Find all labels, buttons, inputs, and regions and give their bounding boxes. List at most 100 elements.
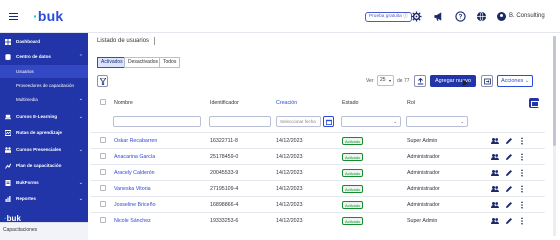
brand-logo[interactable]: ·buk [33, 8, 63, 24]
megaphone-icon[interactable] [433, 11, 444, 22]
filter-activated-button[interactable]: Activados [97, 57, 127, 68]
status-badge: Activado [342, 217, 364, 225]
status-filter-select[interactable]: ⌄ [341, 116, 401, 127]
pencil-icon[interactable] [505, 185, 513, 193]
user-name-link[interactable]: Aracely Calderón [114, 170, 155, 176]
sidebar-subitem-label: Usuarios [16, 69, 34, 74]
actions-dropdown[interactable]: Acciones ⌄ [497, 75, 533, 87]
dashboard-icon [5, 39, 11, 45]
sidebar-item-training-plan[interactable]: Plan de capacitación [0, 159, 88, 173]
product-label: Capacitaciones [3, 227, 38, 233]
select-all-checkbox[interactable] [100, 99, 106, 105]
more-vertical-icon[interactable] [518, 137, 526, 145]
filter-deactivated-button[interactable]: Desactivados [124, 57, 163, 68]
table-row: Aracely Calderón 20045533-9 14/12/2023 A… [90, 164, 545, 180]
sidebar-item-label: Plan de capacitación [16, 163, 62, 168]
id-filter-input[interactable] [209, 116, 271, 127]
pencil-icon[interactable] [505, 217, 513, 225]
users-group-icon[interactable] [491, 201, 499, 209]
users-group-icon[interactable] [491, 153, 499, 161]
more-vertical-icon[interactable] [518, 185, 526, 193]
page-scrollbar[interactable] [553, 36, 556, 236]
user-role: Administrador [407, 170, 440, 176]
export-button[interactable] [481, 75, 493, 87]
more-vertical-icon[interactable] [518, 201, 526, 209]
calendar-button[interactable] [323, 116, 334, 127]
database-icon [5, 54, 11, 60]
product-switcher[interactable]: Capacitaciones [0, 222, 88, 240]
name-filter-input[interactable] [113, 116, 201, 127]
sidebar-item-elearning[interactable]: Cursos E-Learning ⌄ [0, 110, 88, 124]
column-id-header[interactable]: Identificador [210, 100, 239, 106]
row-checkbox[interactable] [100, 153, 106, 159]
chevron-down-icon: ⌄ [393, 119, 397, 124]
add-new-button[interactable]: Agregar nuevo [430, 75, 476, 87]
row-checkbox[interactable] [100, 217, 106, 223]
pencil-icon[interactable] [505, 153, 513, 161]
user-name-link[interactable]: Josseline Briceño [114, 202, 156, 208]
sidebar-item-multimedia[interactable]: Multimedia ⌄ [0, 93, 88, 106]
avatar[interactable] [497, 12, 506, 21]
table-row: Josseline Briceño 16898866-4 14/12/2023 … [90, 196, 545, 212]
column-role-header[interactable]: Rol [407, 100, 415, 106]
columns-toggle-button[interactable] [529, 98, 539, 108]
user-role: Administrador [407, 202, 440, 208]
sidebar-item-training-providers[interactable]: Proveedores de capacitación [0, 79, 88, 92]
users-group-icon[interactable] [491, 217, 499, 225]
column-name-header[interactable]: Nombre [114, 100, 133, 106]
sidebar-item-users[interactable]: Usuarios [0, 65, 88, 78]
upload-button[interactable] [414, 75, 426, 87]
menu-icon[interactable] [9, 13, 18, 20]
row-checkbox[interactable] [100, 185, 106, 191]
help-icon[interactable]: ? [455, 11, 466, 22]
company-name[interactable]: B. Consulting [509, 13, 545, 19]
row-checkbox[interactable] [100, 169, 106, 175]
user-role: Super Admin [407, 138, 438, 144]
role-filter-select[interactable]: ⌄ [406, 116, 468, 127]
sidebar-item-reports[interactable]: Reportes ⌄ [0, 192, 88, 206]
column-status-header[interactable]: Estado [342, 100, 359, 106]
row-checkbox[interactable] [100, 201, 106, 207]
users-group-icon[interactable] [491, 185, 499, 193]
scrollbar-thumb[interactable] [553, 36, 556, 146]
trial-badge[interactable]: Prueba gratuita ⓘ [365, 12, 412, 22]
users-group-icon[interactable] [491, 137, 499, 145]
user-role: Super Admin [407, 218, 438, 224]
more-vertical-icon[interactable] [518, 169, 526, 177]
sidebar-item-dashboard[interactable]: Dashboard [0, 35, 88, 49]
sidebar-item-bukforms[interactable]: BukForms ⌄ [0, 176, 88, 190]
chevron-down-icon: ⌄ [78, 96, 83, 102]
date-filter-input[interactable]: Seleccionar fecha [276, 116, 321, 127]
table-row: Oskar Recabarren 16322711-8 14/12/2023 A… [90, 132, 545, 148]
chevron-down-icon: ⌄ [78, 147, 83, 153]
table-row: Anacarina García 25178459-0 14/12/2023 A… [90, 148, 545, 164]
more-vertical-icon[interactable] [518, 217, 526, 225]
chevron-down-icon: ⌄ [460, 119, 464, 124]
user-created-date: 14/12/2023 [276, 170, 303, 176]
route-icon [5, 130, 11, 136]
gear-icon[interactable] [411, 11, 422, 22]
column-created-header[interactable]: Creación [276, 100, 297, 106]
page-title: Listado de usuarios [97, 38, 150, 44]
user-name-link[interactable]: Oskar Recabarren [114, 138, 157, 144]
sidebar-item-learning-paths[interactable]: Rutas de aprendizaje [0, 126, 88, 140]
plan-icon [5, 163, 11, 169]
svg-text:?: ? [459, 14, 463, 21]
pencil-icon[interactable] [505, 169, 513, 177]
filter-toggle-button[interactable] [97, 75, 108, 87]
user-name-link[interactable]: Nicole Sánchez [114, 218, 151, 224]
more-vertical-icon[interactable] [518, 153, 526, 161]
pencil-icon[interactable] [505, 201, 513, 209]
sidebar-item-classroom-courses[interactable]: Cursos Presenciales ⌄ [0, 143, 88, 157]
sidebar-item-data-center[interactable]: Centro de datos ⌃ [0, 50, 88, 64]
globe-icon[interactable] [476, 11, 487, 22]
row-checkbox[interactable] [100, 137, 106, 143]
filter-all-button[interactable]: Todos [159, 57, 181, 68]
funnel-icon [100, 78, 106, 85]
user-name-link[interactable]: Anacarina García [114, 154, 155, 160]
title-divider [154, 37, 155, 45]
users-group-icon[interactable] [491, 169, 499, 177]
user-name-link[interactable]: Vaneska Vitoria [114, 186, 151, 192]
pencil-icon[interactable] [505, 137, 513, 145]
per-page-select[interactable]: 25 ▾ [377, 75, 394, 86]
